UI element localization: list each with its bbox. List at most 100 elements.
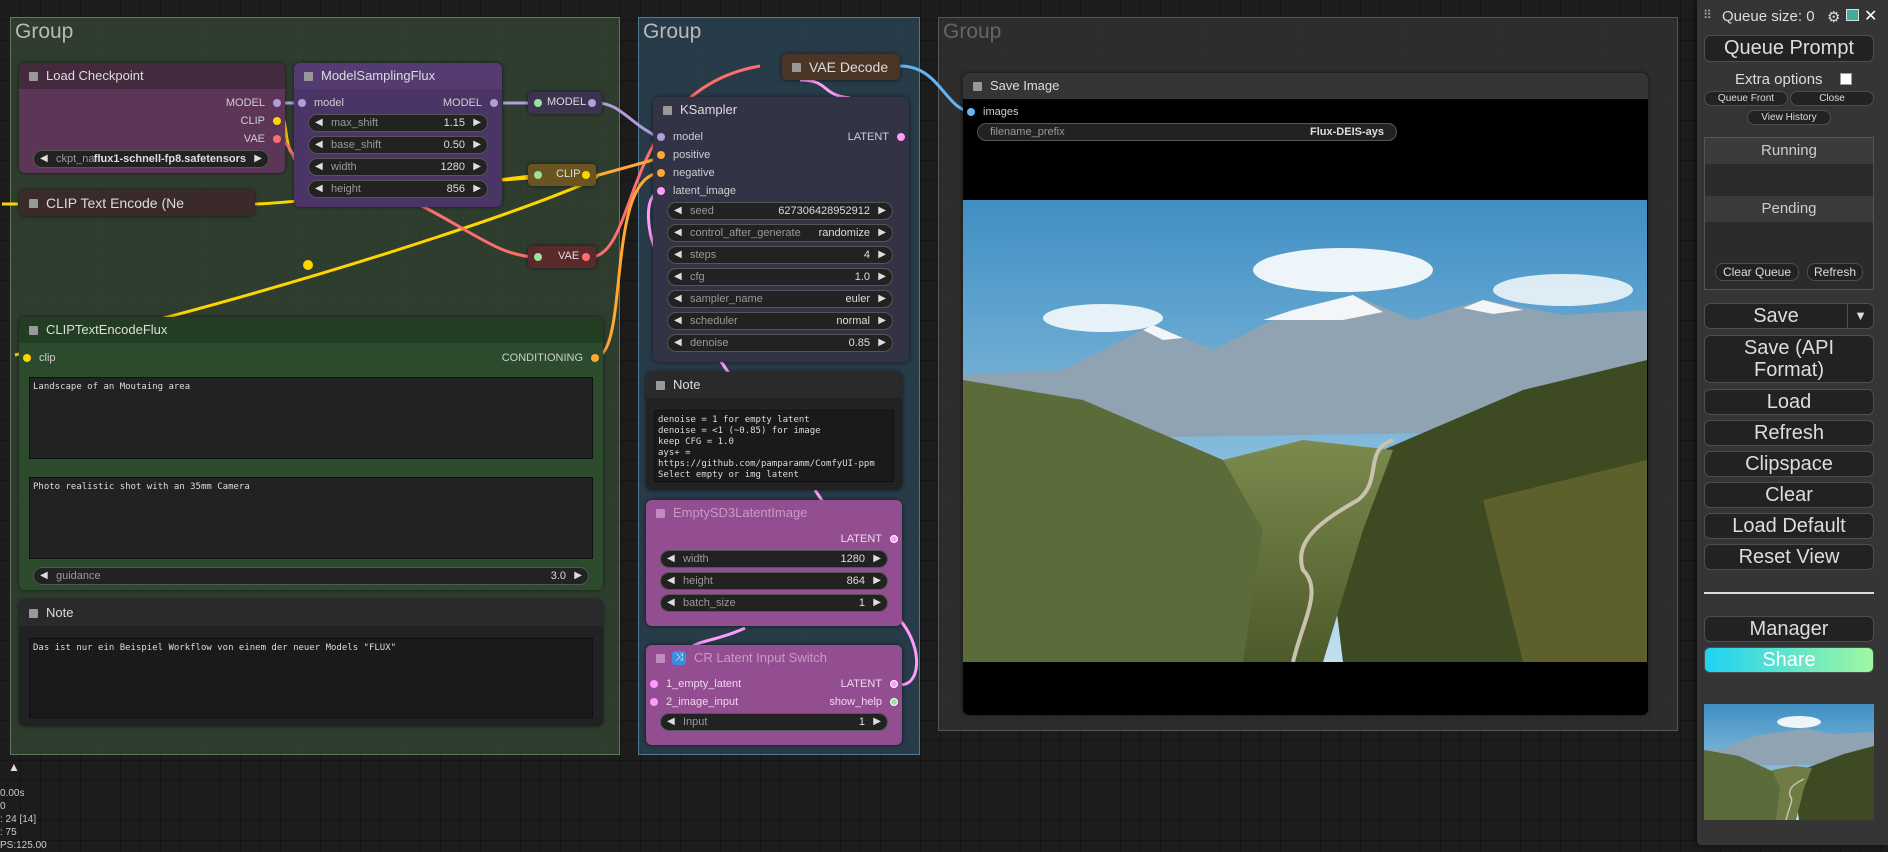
output-port-icon[interactable] xyxy=(897,133,905,141)
input-image-input[interactable]: 2_image_input xyxy=(650,695,738,709)
scheduler-widget[interactable]: ◀ scheduler normal ▶ xyxy=(667,312,893,330)
load-default-button[interactable]: Load Default xyxy=(1704,513,1874,539)
height-widget[interactable]: ◀ height 856 ▶ xyxy=(308,180,488,198)
input-port-icon[interactable] xyxy=(657,133,665,141)
arrow-right-icon[interactable]: ▶ xyxy=(873,551,881,567)
arrow-right-icon[interactable]: ▶ xyxy=(473,181,481,197)
input-positive[interactable]: positive xyxy=(657,148,710,162)
arrow-left-icon[interactable]: ◀ xyxy=(667,595,675,611)
arrow-right-icon[interactable]: ▶ xyxy=(873,714,881,730)
node-title[interactable]: CLIP Text Encode (Ne xyxy=(19,190,255,216)
output-port-icon[interactable] xyxy=(890,680,898,688)
load-button[interactable]: Load xyxy=(1704,389,1874,415)
output-port-icon[interactable] xyxy=(273,135,281,143)
arrow-right-icon[interactable]: ▶ xyxy=(473,115,481,131)
clip-l-textarea[interactable]: Landscape of an Moutaing area xyxy=(29,377,593,459)
arrow-right-icon[interactable]: ▶ xyxy=(873,573,881,589)
output-latent[interactable]: LATENT xyxy=(841,532,898,546)
node-title[interactable]: KSampler xyxy=(653,97,909,123)
input-port-icon[interactable] xyxy=(298,99,306,107)
collapse-dot-icon[interactable] xyxy=(29,326,38,335)
output-latent[interactable]: LATENT xyxy=(848,130,905,144)
collapse-dot-icon[interactable] xyxy=(656,654,665,663)
gear-icon[interactable]: ⚙ xyxy=(1827,8,1840,26)
arrow-right-icon[interactable]: ▶ xyxy=(878,313,886,329)
output-conditioning[interactable]: CONDITIONING xyxy=(502,351,599,365)
node-title[interactable]: Load Checkpoint xyxy=(19,63,285,89)
refresh-button[interactable]: Refresh xyxy=(1704,420,1874,446)
collapse-dot-icon[interactable] xyxy=(656,509,665,518)
node-title[interactable]: EmptySD3LatentImage xyxy=(646,500,902,526)
view-history-button[interactable]: View History xyxy=(1747,110,1831,125)
input-select-widget[interactable]: ◀ Input 1 ▶ xyxy=(660,713,888,731)
node-cr-latent-switch[interactable]: ⤨ CR Latent Input Switch 1_empty_latent … xyxy=(646,645,902,745)
output-show-help[interactable]: show_help xyxy=(829,695,898,709)
output-port-icon[interactable] xyxy=(582,171,590,179)
output-port-icon[interactable] xyxy=(273,99,281,107)
node-title[interactable]: ⤨ CR Latent Input Switch xyxy=(646,645,902,671)
save-button[interactable]: Save ▼ xyxy=(1704,303,1874,329)
arrow-left-icon[interactable]: ◀ xyxy=(674,335,682,351)
seed-widget[interactable]: ◀ seed 627306428952912 ▶ xyxy=(667,202,893,220)
arrow-left-icon[interactable]: ◀ xyxy=(315,159,323,175)
node-vae-decode[interactable]: VAE Decode xyxy=(782,54,900,80)
note-textarea[interactable]: Das ist nur ein Beispiel Workflow von ei… xyxy=(29,638,593,718)
arrow-right-icon[interactable]: ▶ xyxy=(473,159,481,175)
input-port-icon[interactable] xyxy=(650,680,658,688)
node-note-center[interactable]: Note denoise = 1 for empty latent denois… xyxy=(646,372,902,490)
arrow-right-icon[interactable]: ▶ xyxy=(878,247,886,263)
input-empty-latent[interactable]: 1_empty_latent xyxy=(650,677,741,691)
input-latent-image[interactable]: latent_image xyxy=(657,184,736,198)
input-port-icon[interactable] xyxy=(534,171,542,179)
arrow-left-icon[interactable]: ◀ xyxy=(667,551,675,567)
collapse-dot-icon[interactable] xyxy=(29,72,38,81)
arrow-left-icon[interactable]: ◀ xyxy=(674,225,682,241)
height-widget[interactable]: ◀ height 864 ▶ xyxy=(660,572,888,590)
width-widget[interactable]: ◀ width 1280 ▶ xyxy=(660,550,888,568)
close-button[interactable]: Close xyxy=(1790,91,1874,106)
control-after-generate-widget[interactable]: ◀ control_after_generate randomize ▶ xyxy=(667,224,893,242)
input-port-icon[interactable] xyxy=(650,698,658,706)
node-clip-text-encode[interactable]: CLIP Text Encode (Ne xyxy=(19,190,255,216)
base-shift-widget[interactable]: ◀ base_shift 0.50 ▶ xyxy=(308,136,488,154)
node-model-sampling-flux[interactable]: ModelSamplingFlux model MODEL ◀ max_shift… xyxy=(294,63,502,207)
ckpt-name-combo[interactable]: ◀ ckpt_nam flux1-schnell-fp8.safetensors… xyxy=(33,150,269,168)
output-port-icon[interactable] xyxy=(890,535,898,543)
arrow-right-icon[interactable]: ▶ xyxy=(473,137,481,153)
max-shift-widget[interactable]: ◀ max_shift 1.15 ▶ xyxy=(308,114,488,132)
output-port-icon[interactable] xyxy=(490,99,498,107)
output-clip[interactable]: CLIP xyxy=(241,114,281,128)
extra-options-checkbox[interactable] xyxy=(1840,73,1852,85)
arrow-left-icon[interactable]: ◀ xyxy=(315,115,323,131)
dropdown-arrow-icon[interactable]: ▼ xyxy=(1847,304,1873,328)
arrow-right-icon[interactable]: ▶ xyxy=(878,291,886,307)
collapse-dot-icon[interactable] xyxy=(29,609,38,618)
note-textarea[interactable]: denoise = 1 for empty latent denoise = <… xyxy=(654,410,894,482)
arrow-left-icon[interactable]: ◀ xyxy=(40,151,48,167)
clear-button[interactable]: Clear xyxy=(1704,482,1874,508)
width-widget[interactable]: ◀ width 1280 ▶ xyxy=(308,158,488,176)
arrow-left-icon[interactable]: ◀ xyxy=(674,313,682,329)
arrow-right-icon[interactable]: ▶ xyxy=(878,225,886,241)
node-title[interactable]: Save Image xyxy=(963,73,1648,99)
sampler-name-widget[interactable]: ◀ sampler_name euler ▶ xyxy=(667,290,893,308)
reset-view-button[interactable]: Reset View xyxy=(1704,544,1874,570)
arrow-right-icon[interactable]: ▶ xyxy=(574,568,582,584)
node-empty-sd3-latent[interactable]: EmptySD3LatentImage LATENT ◀ width 1280 ▶ ◀… xyxy=(646,500,902,626)
arrow-left-icon[interactable]: ◀ xyxy=(667,714,675,730)
graph-canvas-menu-icon[interactable]: ▲ xyxy=(8,760,20,774)
arrow-left-icon[interactable]: ◀ xyxy=(40,568,48,584)
drag-handle-icon[interactable]: ⠿ xyxy=(1703,8,1712,22)
cfg-widget[interactable]: ◀ cfg 1.0 ▶ xyxy=(667,268,893,286)
node-ksampler[interactable]: KSampler model positive negative latent_… xyxy=(653,97,909,362)
node-title[interactable]: CLIPTextEncodeFlux xyxy=(19,317,603,343)
clipspace-button[interactable]: Clipspace xyxy=(1704,451,1874,477)
output-latent[interactable]: LATENT xyxy=(841,677,898,691)
arrow-left-icon[interactable]: ◀ xyxy=(667,573,675,589)
collapse-dot-icon[interactable] xyxy=(973,82,982,91)
input-images[interactable]: images xyxy=(967,105,1018,119)
queue-front-button[interactable]: Queue Front xyxy=(1704,91,1788,106)
input-model[interactable]: model xyxy=(657,130,703,144)
collapse-dot-icon[interactable] xyxy=(29,199,38,208)
node-note-left[interactable]: Note Das ist nur ein Beispiel Workflow v… xyxy=(19,600,603,726)
